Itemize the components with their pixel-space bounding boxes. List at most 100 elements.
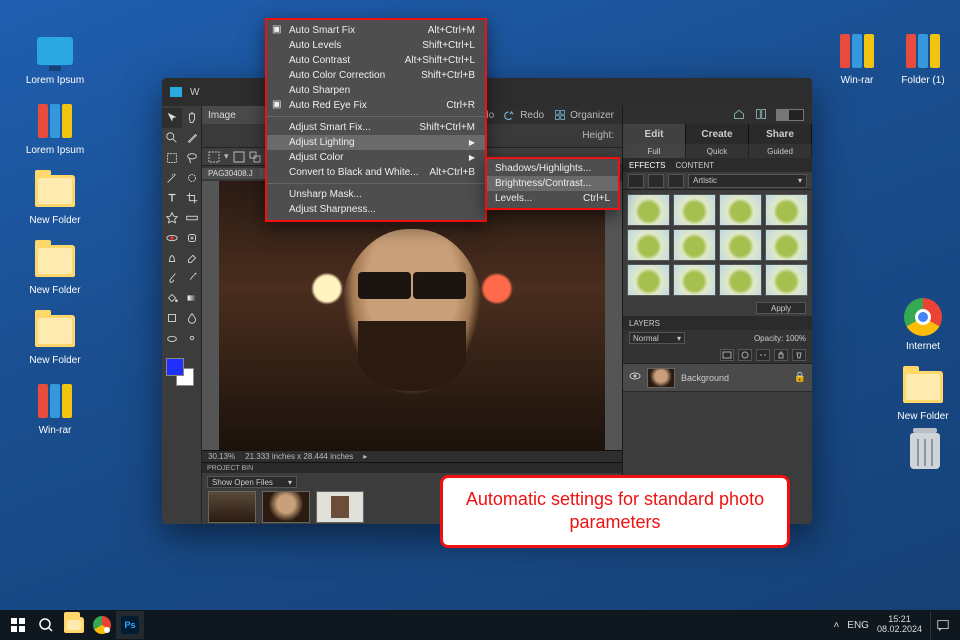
clone-tool[interactable] [162, 248, 182, 268]
crop-tool[interactable] [182, 188, 202, 208]
visibility-icon[interactable] [629, 371, 641, 384]
wand-tool[interactable] [162, 168, 182, 188]
home-icon[interactable] [732, 108, 746, 123]
submode-guided[interactable]: Guided [749, 144, 812, 158]
desktop-icon-internet[interactable]: Internet [892, 296, 954, 353]
submenu-item[interactable]: Shadows/Highlights... [487, 161, 618, 176]
effect-thumb[interactable] [765, 194, 808, 226]
healing-tool[interactable] [182, 228, 202, 248]
effect-thumb[interactable] [673, 194, 716, 226]
menu-item[interactable]: Adjust Color▶ [267, 150, 485, 165]
menu-item[interactable]: Auto LevelsShift+Ctrl+L [267, 38, 485, 53]
mode-edit[interactable]: Edit [623, 124, 686, 144]
menu-item[interactable]: Auto Sharpen [267, 83, 485, 98]
new-layer-icon[interactable] [720, 349, 734, 361]
desktop-icon-nf-2[interactable]: New Folder [24, 240, 86, 297]
titlebar[interactable]: W [162, 78, 812, 106]
lasso-tool[interactable] [182, 148, 202, 168]
effect-thumb[interactable] [673, 264, 716, 296]
redo-button[interactable]: Redo [504, 109, 544, 121]
desktop-icon-nf-4[interactable]: New Folder [892, 366, 954, 423]
show-open-files[interactable]: Show Open Files▾ [207, 476, 297, 488]
adjustment-layer-icon[interactable] [738, 349, 752, 361]
menu-item[interactable]: Unsharp Mask... [267, 187, 485, 202]
arrange-icon[interactable] [754, 108, 768, 123]
notifications-icon[interactable] [930, 611, 954, 639]
layer-row-background[interactable]: Background 🔒 [623, 364, 812, 392]
desktop-icon-winrar-2[interactable]: Win-rar [826, 30, 888, 87]
tray-language[interactable]: ENG [847, 620, 869, 631]
explorer-app[interactable] [60, 611, 88, 639]
eraser-tool[interactable] [182, 248, 202, 268]
search-toggle[interactable] [776, 109, 804, 121]
fx-preset-select[interactable]: Artistic▾ [688, 174, 807, 188]
desktop-icon-nf-3[interactable]: New Folder [24, 310, 86, 367]
link-layers-icon[interactable] [756, 349, 770, 361]
effect-thumb[interactable] [765, 229, 808, 261]
desktop-icon-trash[interactable] [894, 430, 956, 475]
marquee-tool[interactable] [162, 148, 182, 168]
menu-item[interactable]: Adjust Sharpness... [267, 202, 485, 217]
effect-thumb[interactable] [627, 194, 670, 226]
submode-quick[interactable]: Quick [686, 144, 749, 158]
menu-item[interactable]: Convert to Black and White...Alt+Ctrl+B [267, 165, 485, 180]
menu-item[interactable]: Adjust Lighting▶ [267, 135, 485, 150]
tray-chevron-icon[interactable]: ˄ [833, 620, 839, 631]
doc-tab-1[interactable]: PAG30408.J [202, 168, 259, 179]
straighten-tool[interactable] [182, 208, 202, 228]
menu-item[interactable]: ▣Auto Smart FixAlt+Ctrl+M [267, 23, 485, 38]
sponge-tool[interactable] [162, 328, 182, 348]
panel-tab-effects[interactable]: EFFECTS [629, 161, 665, 170]
chrome-app[interactable] [88, 611, 116, 639]
menu-item[interactable]: ▣Auto Red Eye FixCtrl+R [267, 98, 485, 113]
bin-thumb-3[interactable] [316, 491, 364, 523]
menu-image[interactable]: Image [208, 110, 236, 121]
start-button[interactable] [4, 611, 32, 639]
photoshop-app[interactable]: Ps [116, 611, 144, 639]
zoom-tool[interactable] [162, 128, 182, 148]
desktop-icon-lorem-1[interactable]: Lorem Ipsum [24, 30, 86, 87]
desktop-icon-nf-1[interactable]: New Folder [24, 170, 86, 227]
effect-thumb[interactable] [765, 264, 808, 296]
effect-thumb[interactable] [719, 194, 762, 226]
detail-brush-tool[interactable] [182, 328, 202, 348]
search-button[interactable] [32, 611, 60, 639]
effect-thumb[interactable] [719, 229, 762, 261]
eyedropper-tool[interactable] [182, 128, 202, 148]
menu-item[interactable]: Auto Color CorrectionShift+Ctrl+B [267, 68, 485, 83]
submenu-item[interactable]: Brightness/Contrast... [487, 176, 618, 191]
bin-thumb-2[interactable] [262, 491, 310, 523]
move-tool[interactable] [162, 108, 182, 128]
smart-brush-tool[interactable] [182, 268, 202, 288]
mode-add-icon[interactable] [249, 151, 261, 163]
bin-thumb-1[interactable] [208, 491, 256, 523]
lock-layers-icon[interactable] [774, 349, 788, 361]
redeye-tool[interactable] [162, 228, 182, 248]
desktop-icon-winrar-1[interactable]: Win-rar [24, 380, 86, 437]
submenu-item[interactable]: Levels...Ctrl+L [487, 191, 618, 206]
color-swatch[interactable] [162, 354, 202, 390]
type-tool[interactable] [162, 188, 182, 208]
tray-clock[interactable]: 15:21 08.02.2024 [877, 615, 922, 635]
blend-mode-select[interactable]: Normal▾ [629, 332, 685, 344]
effect-thumb[interactable] [673, 229, 716, 261]
shape-tool[interactable] [162, 308, 182, 328]
cookie-cutter-tool[interactable] [162, 208, 182, 228]
blur-tool[interactable] [182, 308, 202, 328]
mode-share[interactable]: Share [749, 124, 812, 144]
mode-new-icon[interactable] [233, 151, 245, 163]
selection-brush-tool[interactable] [182, 168, 202, 188]
hand-tool[interactable] [182, 108, 202, 128]
effect-thumb[interactable] [627, 229, 670, 261]
bucket-tool[interactable] [162, 288, 182, 308]
fx-filter-icon[interactable] [628, 174, 644, 188]
effect-thumb[interactable] [719, 264, 762, 296]
fx-style-icon[interactable] [648, 174, 664, 188]
effect-thumb[interactable] [627, 264, 670, 296]
apply-button[interactable]: Apply [756, 302, 806, 314]
brush-tool[interactable] [162, 268, 182, 288]
fx-photo-icon[interactable] [668, 174, 684, 188]
gradient-tool[interactable] [182, 288, 202, 308]
submode-full[interactable]: Full [623, 144, 686, 158]
desktop-icon-lorem-2[interactable]: Lorem Ipsum [24, 100, 86, 157]
